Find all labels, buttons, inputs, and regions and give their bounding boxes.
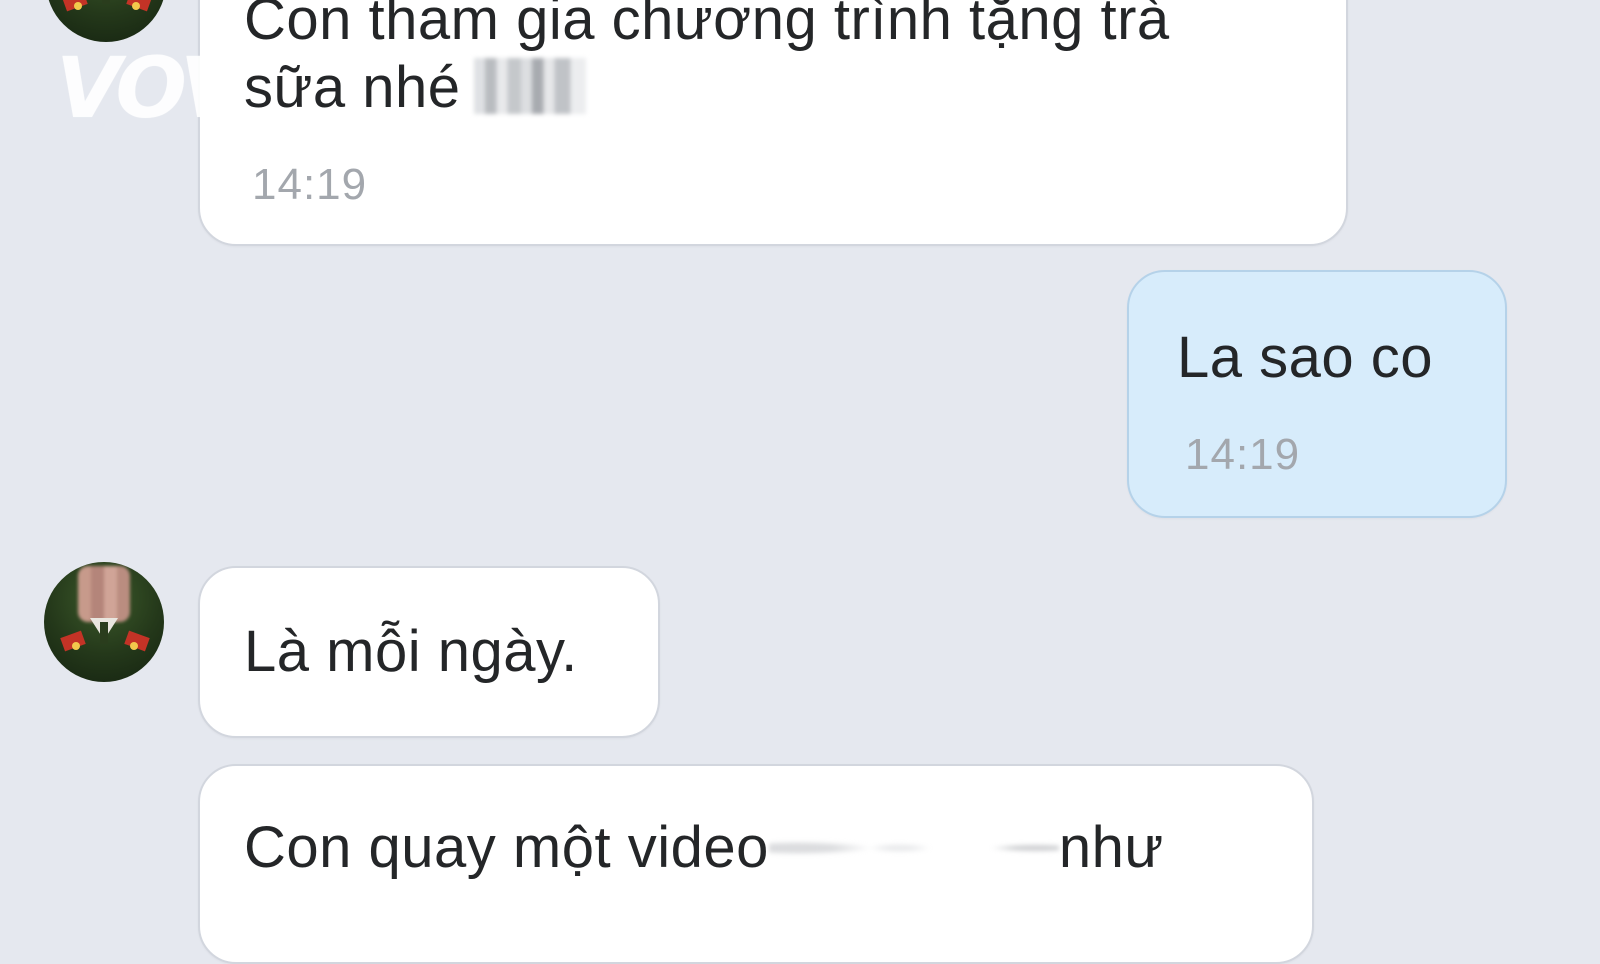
avatar-tie	[102, 0, 110, 4]
incoming-message-bubble[interactable]: Con quay một video như	[198, 764, 1314, 964]
message-timestamp: 14:19	[252, 160, 368, 209]
contact-avatar[interactable]	[44, 562, 164, 682]
redacted-text	[768, 822, 1059, 873]
contact-avatar[interactable]	[46, 0, 166, 42]
avatar-star	[72, 642, 80, 650]
message-text: sữa nhé	[244, 55, 461, 120]
avatar-star	[74, 2, 82, 10]
message-text-line1: Con tham gia chương trình tặng trà	[244, 0, 1170, 52]
message-text: La sao co	[1177, 325, 1434, 390]
avatar-star	[130, 642, 138, 650]
message-text-line2: sữa nhé	[244, 54, 587, 122]
message-timestamp: 14:19	[1185, 430, 1301, 479]
message-text-end: như	[1058, 815, 1164, 880]
message-text: Con quay một video như	[244, 814, 1164, 882]
avatar-tie	[100, 622, 108, 644]
message-text: Là mỗi ngày.	[244, 619, 578, 684]
redacted-text	[474, 57, 587, 114]
outgoing-message-bubble[interactable]: La sao co 14:19	[1127, 270, 1507, 518]
message-text-start: Con quay một video	[244, 815, 769, 880]
incoming-message-bubble[interactable]: Là mỗi ngày.	[198, 566, 660, 738]
avatar-star	[132, 2, 140, 10]
blurred-face	[78, 566, 130, 622]
incoming-message-bubble[interactable]: Con tham gia chương trình tặng trà sữa n…	[198, 0, 1348, 246]
